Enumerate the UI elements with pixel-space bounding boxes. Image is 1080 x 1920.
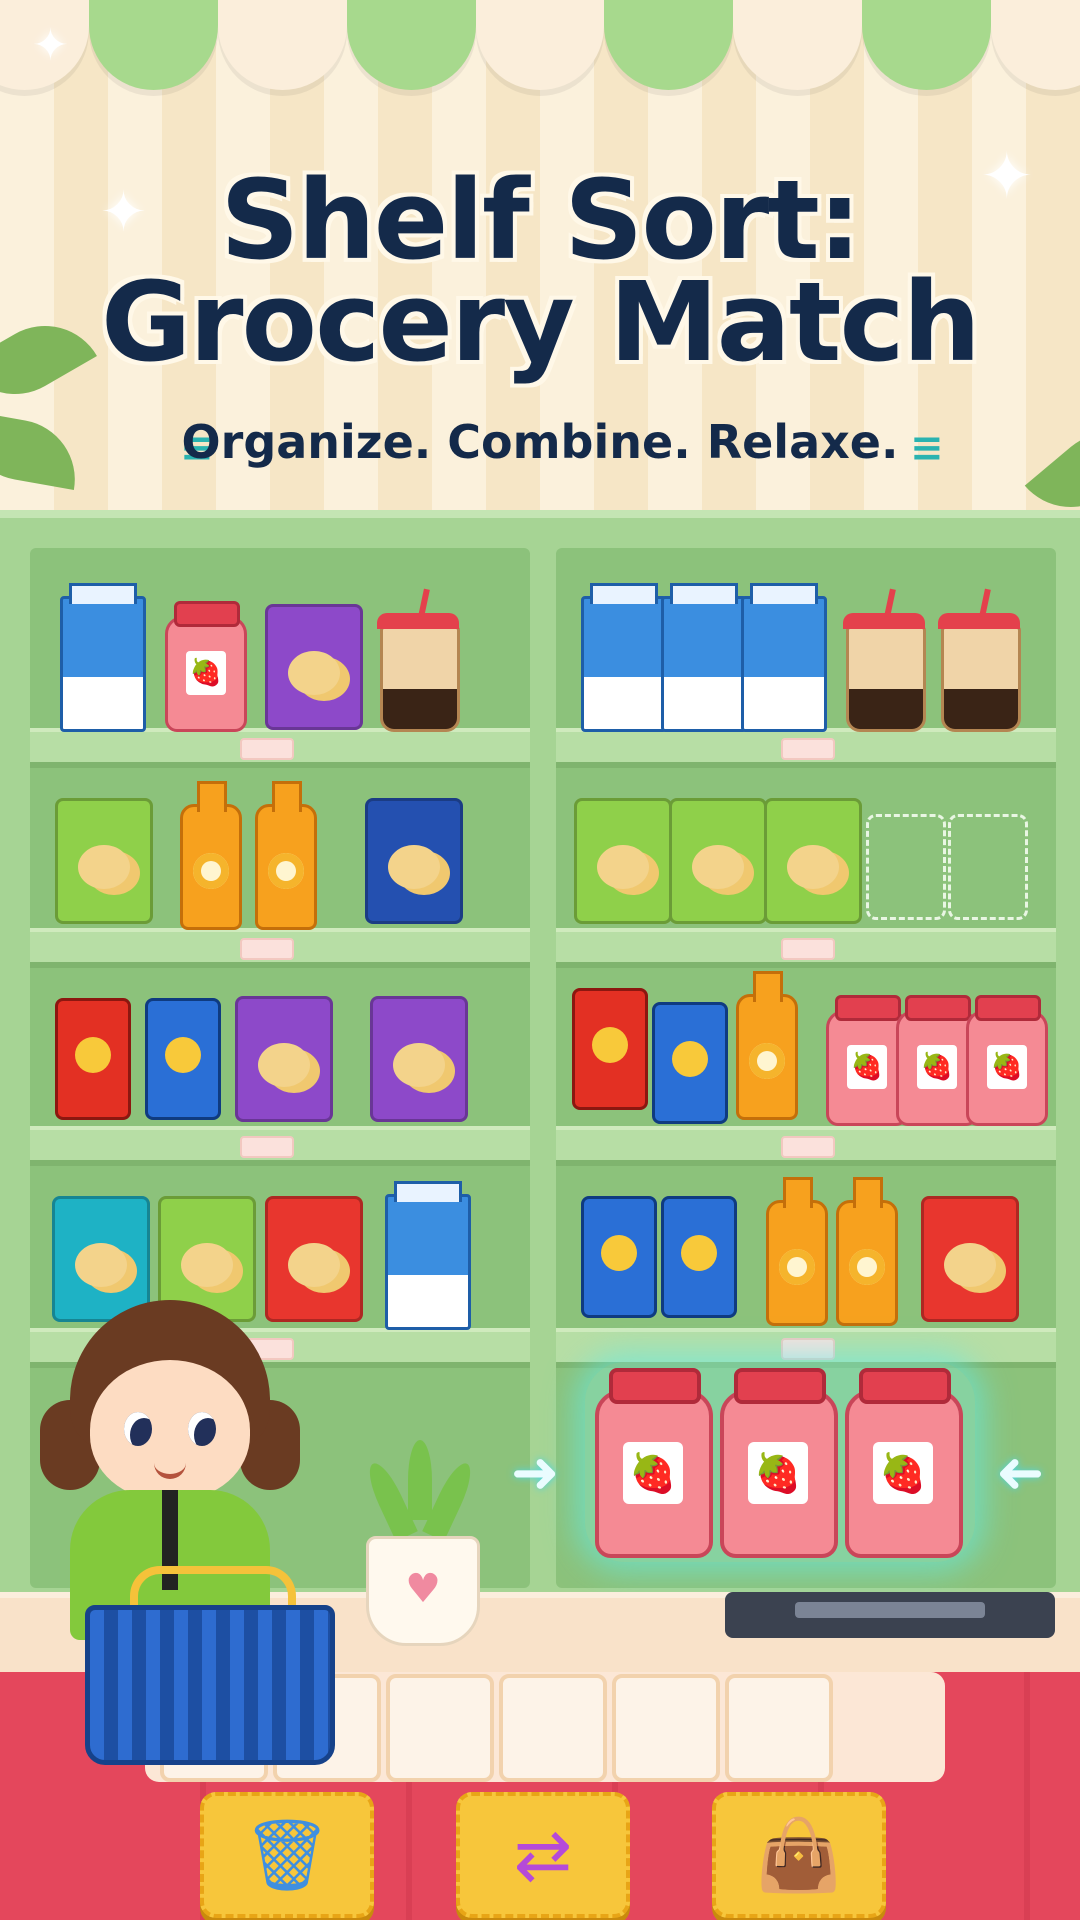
blue-chip-bag[interactable] <box>365 798 463 924</box>
trash-can-icon: 🗑 <box>242 1814 332 1896</box>
orange-juice-bottle[interactable] <box>836 1177 898 1326</box>
shelf-board <box>556 1126 1056 1160</box>
shelf-board <box>556 1328 1056 1362</box>
green-chip-bag[interactable] <box>669 798 767 924</box>
paper-bag-icon: 👜 <box>755 1814 843 1896</box>
orange-juice-bottle[interactable] <box>736 971 798 1120</box>
shopping-basket-icon <box>85 1605 335 1765</box>
store-awning <box>0 0 1080 100</box>
blue-soda-can[interactable] <box>145 998 221 1120</box>
dash-decoration: ≡ <box>910 425 944 471</box>
tray-slot[interactable] <box>725 1674 833 1782</box>
empty-slot[interactable] <box>948 814 1028 920</box>
shelf-board <box>556 928 1056 962</box>
matched-jam-jar[interactable] <box>845 1368 963 1558</box>
shopper-character <box>40 1300 340 1770</box>
shelf-board <box>30 728 530 762</box>
shuffle-arrows-icon: ⇄ <box>513 1814 573 1896</box>
arrow-left-icon: ➜ <box>995 1438 1045 1506</box>
red-chip-bag[interactable] <box>921 1196 1019 1322</box>
orange-juice-bottle[interactable] <box>766 1177 828 1326</box>
matched-jam-jar[interactable] <box>720 1368 838 1558</box>
milk-carton[interactable] <box>385 1181 471 1330</box>
milk-carton[interactable] <box>60 583 146 732</box>
sparkle-icon: ✦ <box>32 20 69 71</box>
orange-juice-bottle[interactable] <box>255 781 317 930</box>
tray-slot[interactable] <box>499 1674 607 1782</box>
bag-button[interactable]: 👜 <box>712 1792 886 1918</box>
purple-chip-bag[interactable] <box>235 996 333 1122</box>
matched-jam-jar[interactable] <box>595 1368 713 1558</box>
bubble-tea[interactable] <box>377 613 460 732</box>
cash-register <box>725 1592 1055 1638</box>
milk-carton[interactable] <box>661 583 747 732</box>
blue-soda-can[interactable] <box>652 1002 728 1124</box>
arrow-right-icon: ➜ <box>510 1438 560 1506</box>
blue-soda-can[interactable] <box>661 1196 737 1318</box>
shelf-board <box>30 928 530 962</box>
purple-chip-bag[interactable] <box>370 996 468 1122</box>
milk-carton[interactable] <box>581 583 667 732</box>
purple-chip-bag[interactable] <box>265 604 363 730</box>
strawberry-jam-jar[interactable] <box>165 601 247 732</box>
game-screen: ✦ ✦ ✦ Shelf Sort: Grocery Match ≡ Organi… <box>0 0 1080 1920</box>
green-chip-bag[interactable] <box>764 798 862 924</box>
tray-slot[interactable] <box>386 1674 494 1782</box>
shelf-board <box>30 1126 530 1160</box>
heart-icon: ♥ <box>366 1536 480 1646</box>
green-chip-bag[interactable] <box>55 798 153 924</box>
bubble-tea[interactable] <box>938 613 1021 732</box>
orange-juice-bottle[interactable] <box>180 781 242 930</box>
game-title-line2: Grocery Match <box>101 258 981 386</box>
strawberry-jam-jar[interactable] <box>966 995 1048 1126</box>
green-chip-bag[interactable] <box>574 798 672 924</box>
milk-carton[interactable] <box>741 583 827 732</box>
red-chip-can[interactable] <box>572 988 648 1110</box>
blue-soda-can[interactable] <box>581 1196 657 1318</box>
red-chip-can[interactable] <box>55 998 131 1120</box>
tray-slot[interactable] <box>612 1674 720 1782</box>
shuffle-button[interactable]: ⇄ <box>456 1792 630 1918</box>
bubble-tea[interactable] <box>843 613 926 732</box>
shelf-board <box>556 728 1056 762</box>
trash-button[interactable]: 🗑 <box>200 1792 374 1918</box>
potted-plant: ♥ <box>360 1440 480 1646</box>
empty-slot[interactable] <box>866 814 946 920</box>
